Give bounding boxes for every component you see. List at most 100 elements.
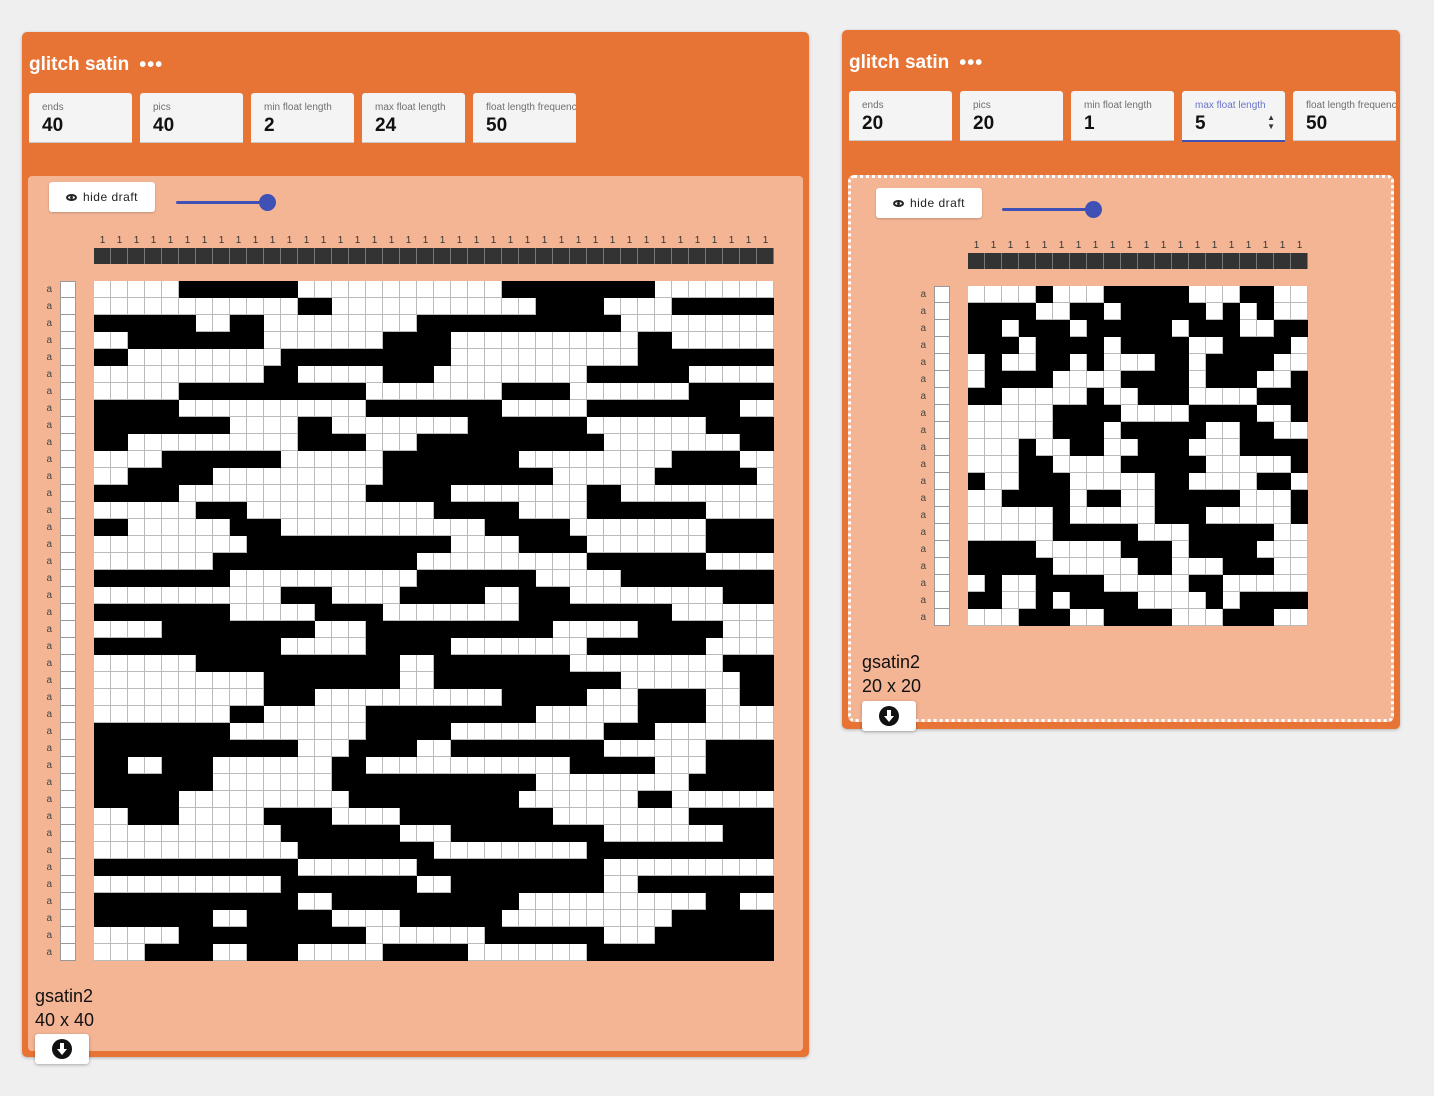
- draft-cell[interactable]: [1172, 320, 1189, 337]
- draft-cell[interactable]: [179, 927, 196, 944]
- draft-cell[interactable]: [162, 570, 179, 587]
- draft-cell[interactable]: [604, 774, 621, 791]
- draft-cell[interactable]: [1274, 320, 1291, 337]
- draft-cell[interactable]: [366, 587, 383, 604]
- draft-cell[interactable]: [1172, 507, 1189, 524]
- draft-cell[interactable]: [638, 944, 655, 961]
- draft-cell[interactable]: [968, 592, 985, 609]
- draft-cell[interactable]: [196, 672, 213, 689]
- draft-cell[interactable]: [985, 490, 1002, 507]
- draft-cell[interactable]: [366, 315, 383, 332]
- draft-cell[interactable]: [383, 400, 400, 417]
- draft-cell[interactable]: [451, 451, 468, 468]
- draft-cell[interactable]: [519, 502, 536, 519]
- draft-cell[interactable]: [723, 281, 740, 298]
- draft-cell[interactable]: [689, 417, 706, 434]
- draft-cell[interactable]: [587, 536, 604, 553]
- draft-cell[interactable]: [162, 774, 179, 791]
- draft-cell[interactable]: [985, 422, 1002, 439]
- draft-cell[interactable]: [196, 944, 213, 961]
- draft-cell[interactable]: [1172, 524, 1189, 541]
- draft-cell[interactable]: [1036, 405, 1053, 422]
- draft-cell[interactable]: [264, 519, 281, 536]
- draft-cell[interactable]: [536, 689, 553, 706]
- draft-cell[interactable]: [468, 417, 485, 434]
- draft-cell[interactable]: [162, 757, 179, 774]
- draft-cell[interactable]: [740, 672, 757, 689]
- draft-cell[interactable]: [298, 672, 315, 689]
- draft-cell[interactable]: [570, 502, 587, 519]
- draft-cell[interactable]: [383, 383, 400, 400]
- draft-cell[interactable]: [1172, 609, 1189, 626]
- draft-cell[interactable]: [536, 910, 553, 927]
- draft-cell[interactable]: [706, 281, 723, 298]
- draft-cell[interactable]: [247, 791, 264, 808]
- draft-cell[interactable]: [587, 723, 604, 740]
- draft-cell[interactable]: [451, 332, 468, 349]
- draft-cell[interactable]: [485, 910, 502, 927]
- draft-cell[interactable]: [655, 349, 672, 366]
- draft-cell[interactable]: [1002, 371, 1019, 388]
- draft-cell[interactable]: [230, 927, 247, 944]
- draft-cell[interactable]: [230, 859, 247, 876]
- draft-cell[interactable]: [298, 553, 315, 570]
- draft-cell[interactable]: [468, 825, 485, 842]
- draft-cell[interactable]: [604, 842, 621, 859]
- draft-cell[interactable]: [502, 519, 519, 536]
- warp-system-cell[interactable]: [434, 248, 451, 264]
- draft-cell[interactable]: [417, 689, 434, 706]
- draft-cell[interactable]: [315, 876, 332, 893]
- draft-cell[interactable]: [1274, 388, 1291, 405]
- draft-cell[interactable]: [553, 791, 570, 808]
- draft-cell[interactable]: [349, 910, 366, 927]
- draft-cell[interactable]: [1291, 473, 1308, 490]
- draft-cell[interactable]: [604, 349, 621, 366]
- draft-cell[interactable]: [247, 842, 264, 859]
- draft-cell[interactable]: [247, 298, 264, 315]
- draft-cell[interactable]: [111, 825, 128, 842]
- draft-cell[interactable]: [332, 587, 349, 604]
- draft-cell[interactable]: [502, 604, 519, 621]
- draft-cell[interactable]: [604, 893, 621, 910]
- draft-cell[interactable]: [1053, 473, 1070, 490]
- draft-cell[interactable]: [655, 740, 672, 757]
- warp-system-cell[interactable]: [1002, 253, 1019, 269]
- draft-cell[interactable]: [968, 286, 985, 303]
- draft-cell[interactable]: [672, 706, 689, 723]
- draft-cell[interactable]: [1172, 473, 1189, 490]
- draft-cell[interactable]: [315, 859, 332, 876]
- draft-cell[interactable]: [1155, 337, 1172, 354]
- weft-system-cell[interactable]: [934, 592, 950, 609]
- draft-cell[interactable]: [349, 417, 366, 434]
- draft-cell[interactable]: [706, 910, 723, 927]
- draft-cell[interactable]: [111, 502, 128, 519]
- weft-system-cell[interactable]: [934, 473, 950, 490]
- draft-cell[interactable]: [570, 434, 587, 451]
- draft-cell[interactable]: [366, 876, 383, 893]
- draft-cell[interactable]: [1121, 439, 1138, 456]
- draft-cell[interactable]: [1087, 371, 1104, 388]
- draft-cell[interactable]: [1019, 405, 1036, 422]
- draft-cell[interactable]: [570, 553, 587, 570]
- draft-cell[interactable]: [128, 672, 145, 689]
- weft-system-cell[interactable]: [60, 808, 76, 825]
- draft-cell[interactable]: [128, 706, 145, 723]
- draft-cell[interactable]: [1087, 320, 1104, 337]
- draft-cell[interactable]: [570, 383, 587, 400]
- draft-cell[interactable]: [604, 808, 621, 825]
- draft-cell[interactable]: [383, 587, 400, 604]
- draft-cell[interactable]: [757, 842, 774, 859]
- draft-cell[interactable]: [247, 740, 264, 757]
- draft-cell[interactable]: [621, 587, 638, 604]
- draft-cell[interactable]: [655, 315, 672, 332]
- draft-cell[interactable]: [94, 944, 111, 961]
- draft-cell[interactable]: [230, 349, 247, 366]
- draft-cell[interactable]: [723, 893, 740, 910]
- draft-cell[interactable]: [94, 876, 111, 893]
- draft-cell[interactable]: [706, 349, 723, 366]
- draft-cell[interactable]: [128, 553, 145, 570]
- draft-cell[interactable]: [621, 655, 638, 672]
- param-max-float-length[interactable]: max float length 24: [362, 93, 465, 143]
- weft-system-cell[interactable]: [60, 587, 76, 604]
- draft-cell[interactable]: [315, 536, 332, 553]
